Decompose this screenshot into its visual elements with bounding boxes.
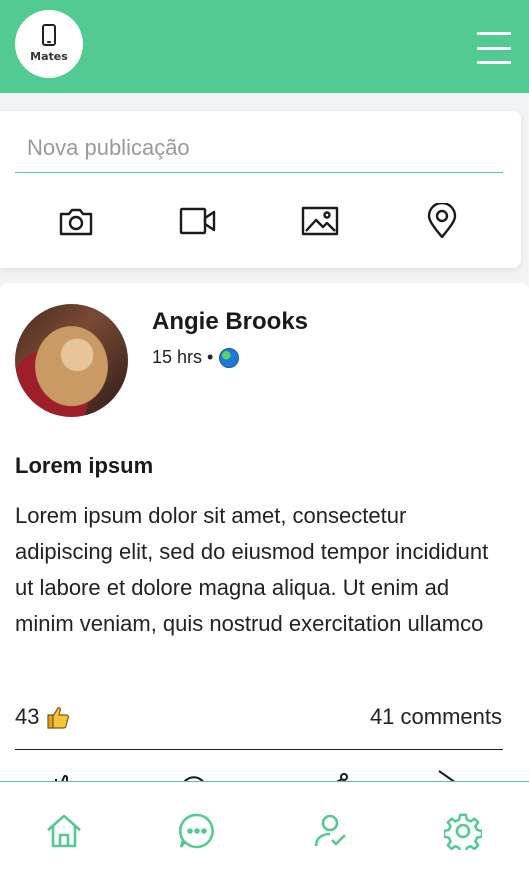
author-avatar[interactable] bbox=[15, 304, 128, 417]
hamburger-icon bbox=[477, 32, 511, 35]
hamburger-icon-line-3 bbox=[477, 61, 511, 64]
image-icon[interactable] bbox=[301, 203, 339, 239]
home-icon[interactable] bbox=[45, 812, 83, 850]
top-bar: Mates bbox=[0, 0, 529, 93]
thumbs-up-icon bbox=[47, 707, 70, 729]
post-card: Angie Brooks 15 hrs • Lorem ipsum Lorem … bbox=[0, 283, 529, 783]
comments-count[interactable]: 41 comments bbox=[370, 704, 502, 730]
app-logo[interactable]: Mates bbox=[15, 10, 83, 78]
video-icon[interactable] bbox=[179, 203, 217, 239]
new-post-input[interactable] bbox=[15, 133, 503, 173]
location-icon[interactable] bbox=[423, 203, 461, 239]
post-title: Lorem ipsum bbox=[15, 453, 154, 478]
phone-icon bbox=[42, 23, 56, 46]
divider bbox=[15, 749, 503, 750]
author-name[interactable]: Angie Brooks bbox=[152, 308, 308, 336]
settings-icon[interactable] bbox=[444, 812, 482, 850]
hamburger-icon-line-2 bbox=[477, 46, 511, 50]
chat-icon[interactable] bbox=[178, 812, 216, 850]
friends-icon[interactable] bbox=[311, 812, 349, 850]
camera-icon[interactable] bbox=[57, 203, 95, 239]
post-composer bbox=[0, 111, 521, 268]
post-body: Lorem ipsum dolor sit amet, consectetur … bbox=[15, 503, 489, 636]
globe-icon bbox=[219, 347, 240, 368]
bottom-navigation bbox=[0, 781, 529, 876]
likes-count[interactable]: 43 bbox=[15, 704, 71, 730]
post-time: 15 hrs • bbox=[152, 347, 214, 367]
likes-number: 43 bbox=[15, 704, 40, 729]
logo-text: Mates bbox=[30, 49, 68, 63]
hamburger-menu-button[interactable] bbox=[477, 32, 511, 64]
post-meta: 15 hrs • bbox=[152, 347, 240, 368]
